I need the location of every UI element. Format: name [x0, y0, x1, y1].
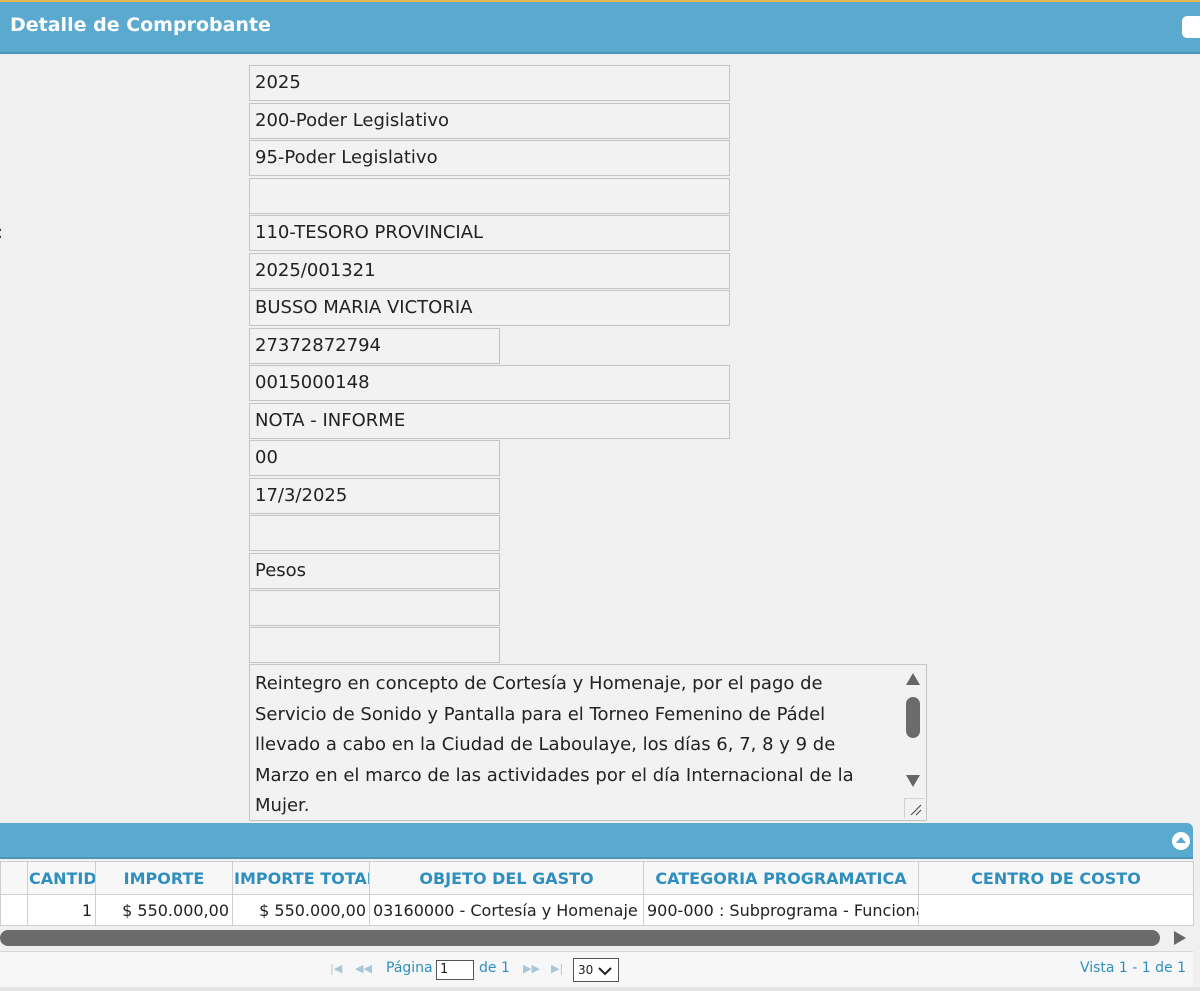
window-title: Detalle de Comprobante [10, 14, 271, 36]
description-text: Reintegro en concepto de Cortesía y Home… [255, 673, 854, 816]
field-comprobante-numero[interactable]: 2025/001321 [249, 253, 730, 289]
scroll-right-icon[interactable] [1174, 931, 1186, 945]
field-servicio[interactable]: 95-Poder Legislativo [249, 140, 730, 176]
column-header-importe-total[interactable]: IMPORTE TOTAL [232, 861, 370, 895]
window-titlebar: Detalle de Comprobante [0, 0, 1200, 54]
cell-importe-total: $ 550.000,00 [232, 894, 370, 926]
bottom-edge [0, 987, 1200, 991]
field-tipo-documento[interactable]: NOTA - INFORME [249, 403, 730, 439]
cell-centro-costo [918, 894, 1194, 926]
cell-select[interactable] [0, 894, 28, 926]
last-page-icon[interactable]: ▶| [551, 962, 563, 975]
scroll-up-icon[interactable] [906, 673, 920, 685]
page-number-input[interactable]: 1 [436, 960, 474, 980]
column-header-categoria-programatica[interactable]: CATEGORIA PROGRAMATICA [643, 861, 919, 895]
resize-grip-icon[interactable] [904, 798, 924, 818]
column-header-importe[interactable]: IMPORTE [95, 861, 233, 895]
first-page-icon[interactable]: |◀ [330, 962, 342, 975]
horizontal-scroll-thumb[interactable] [0, 930, 1160, 946]
view-records-info: Vista 1 - 1 de 1 [1079, 960, 1186, 976]
column-header-select[interactable] [0, 861, 28, 895]
table-row[interactable]: 1 $ 550.000,00 $ 550.000,00 03160000 - C… [0, 894, 1194, 926]
field-jurisdiccion[interactable]: 200-Poder Legislativo [249, 103, 730, 139]
cell-objeto-gasto: 03160000 - Cortesía y Homenaje [369, 894, 644, 926]
page-count-label: de 1 [479, 960, 510, 976]
field-beneficiario[interactable]: BUSSO MARIA VICTORIA [249, 290, 730, 326]
description-textarea[interactable]: Reintegro en concepto de Cortesía y Home… [249, 664, 927, 821]
description-scrollbar[interactable] [900, 665, 926, 820]
detail-grid: CANTID IMPORTE IMPORTE TOTAL OBJETO DEL … [0, 861, 1194, 926]
grid-horizontal-scrollbar[interactable] [0, 928, 1193, 948]
field-empty-2[interactable] [249, 515, 500, 551]
field-moneda[interactable]: Pesos [249, 553, 500, 589]
field-tesoro[interactable]: 110-TESORO PROVINCIAL [249, 215, 730, 251]
window-control-button[interactable] [1182, 16, 1200, 38]
cell-cantidad: 1 [27, 894, 96, 926]
prev-page-icon[interactable]: ◀◀ [355, 962, 372, 975]
cell-categoria-programatica: 900-000 : Subprograma - Funciona [643, 894, 919, 926]
column-header-cantidad[interactable]: CANTID [27, 861, 96, 895]
field-codigo[interactable]: 00 [249, 440, 500, 476]
grid-table-area: CANTID IMPORTE IMPORTE TOTAL OBJETO DEL … [0, 861, 1194, 926]
scroll-thumb[interactable] [906, 697, 920, 738]
field-label-fragment: : [0, 222, 3, 243]
field-empty-4[interactable] [249, 627, 500, 663]
chevron-down-icon [598, 967, 612, 976]
rows-per-page-value: 30 [578, 963, 594, 977]
scroll-down-icon[interactable] [906, 775, 920, 787]
grid-caption-bar [0, 823, 1193, 859]
column-header-objeto-gasto[interactable]: OBJETO DEL GASTO [369, 861, 644, 895]
next-page-icon[interactable]: ▶▶ [523, 962, 540, 975]
field-empty-3[interactable] [249, 590, 500, 626]
cell-importe: $ 550.000,00 [95, 894, 233, 926]
field-documento-numero[interactable]: 0015000148 [249, 365, 730, 401]
rows-per-page-select[interactable]: 30 [573, 958, 619, 982]
field-empty-1[interactable] [249, 178, 730, 214]
field-fecha[interactable]: 17/3/2025 [249, 478, 500, 514]
field-cuit[interactable]: 27372872794 [249, 328, 500, 364]
column-header-centro-costo[interactable]: CENTRO DE COSTO [918, 861, 1194, 895]
collapse-chevron-up-icon[interactable] [1172, 832, 1190, 850]
field-year[interactable]: 2025 [249, 65, 730, 101]
grid-header-row: CANTID IMPORTE IMPORTE TOTAL OBJETO DEL … [0, 861, 1194, 895]
grid-pager: |◀ ◀◀ Página 1 de 1 ▶▶ ▶| 30 Vista 1 - 1… [0, 951, 1193, 987]
page-label: Página [386, 960, 433, 976]
